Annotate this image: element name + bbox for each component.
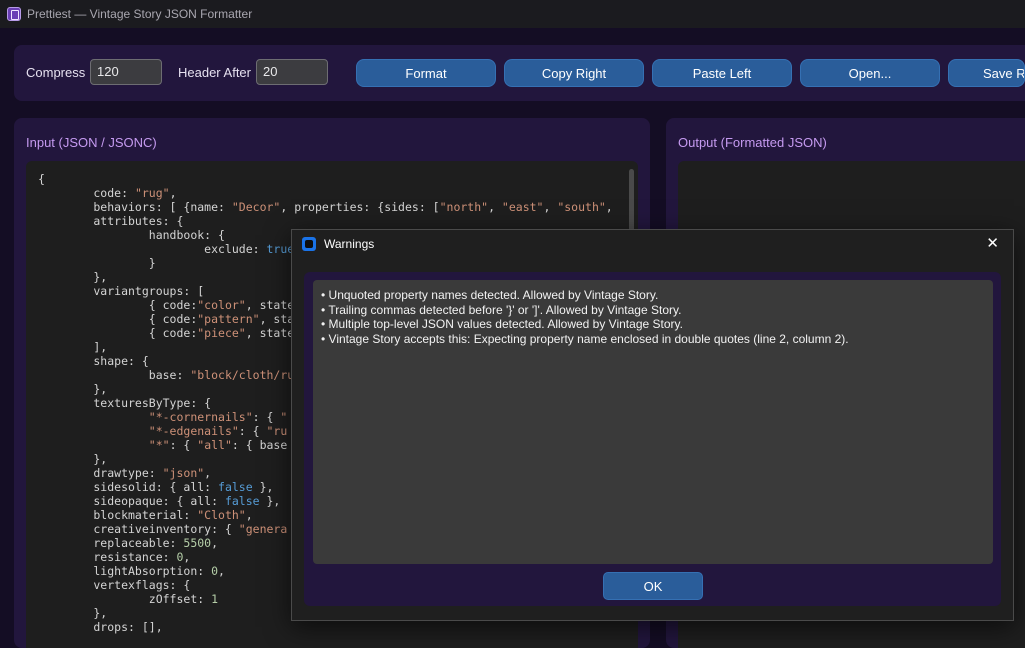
dialog-body: • Unquoted property names detected. Allo…: [304, 272, 1001, 606]
format-button[interactable]: Format: [356, 59, 496, 87]
dialog-title-bar: Warnings: [292, 230, 1013, 258]
save-right-button[interactable]: Save Ri: [948, 59, 1025, 87]
warnings-box: • Unquoted property names detected. Allo…: [313, 280, 993, 564]
warning-item: • Unquoted property names detected. Allo…: [321, 288, 659, 302]
output-panel-title: Output (Formatted JSON): [678, 135, 827, 150]
warnings-dialog: Warnings ✕ • Unquoted property names det…: [291, 229, 1014, 621]
warning-item: • Vintage Story accepts this: Expecting …: [321, 331, 849, 346]
open-button[interactable]: Open...: [800, 59, 940, 87]
header-after-label: Header After: [178, 65, 251, 80]
compress-input[interactable]: 120: [90, 59, 162, 85]
header-after-input[interactable]: 20: [256, 59, 328, 85]
dialog-title: Warnings: [324, 237, 375, 251]
ok-button[interactable]: OK: [603, 572, 703, 600]
title-bar: Prettiest — Vintage Story JSON Formatter: [0, 0, 1025, 28]
warnings-list: • Unquoted property names detected. Allo…: [321, 288, 849, 346]
copy-right-button[interactable]: Copy Right: [504, 59, 644, 87]
warning-item: • Multiple top-level JSON values detecte…: [321, 317, 683, 331]
window-icon: [302, 237, 316, 251]
input-panel-title: Input (JSON / JSONC): [26, 135, 157, 150]
window-title: Prettiest — Vintage Story JSON Formatter: [27, 7, 253, 21]
toolbar: Compress 120 Header After 20 Format Copy…: [14, 45, 1025, 101]
paste-left-button[interactable]: Paste Left: [652, 59, 792, 87]
close-icon[interactable]: ✕: [986, 235, 999, 253]
app-document-icon: [7, 7, 21, 21]
warning-item: • Trailing commas detected before '}' or…: [321, 302, 682, 317]
compress-label: Compress: [26, 65, 86, 80]
